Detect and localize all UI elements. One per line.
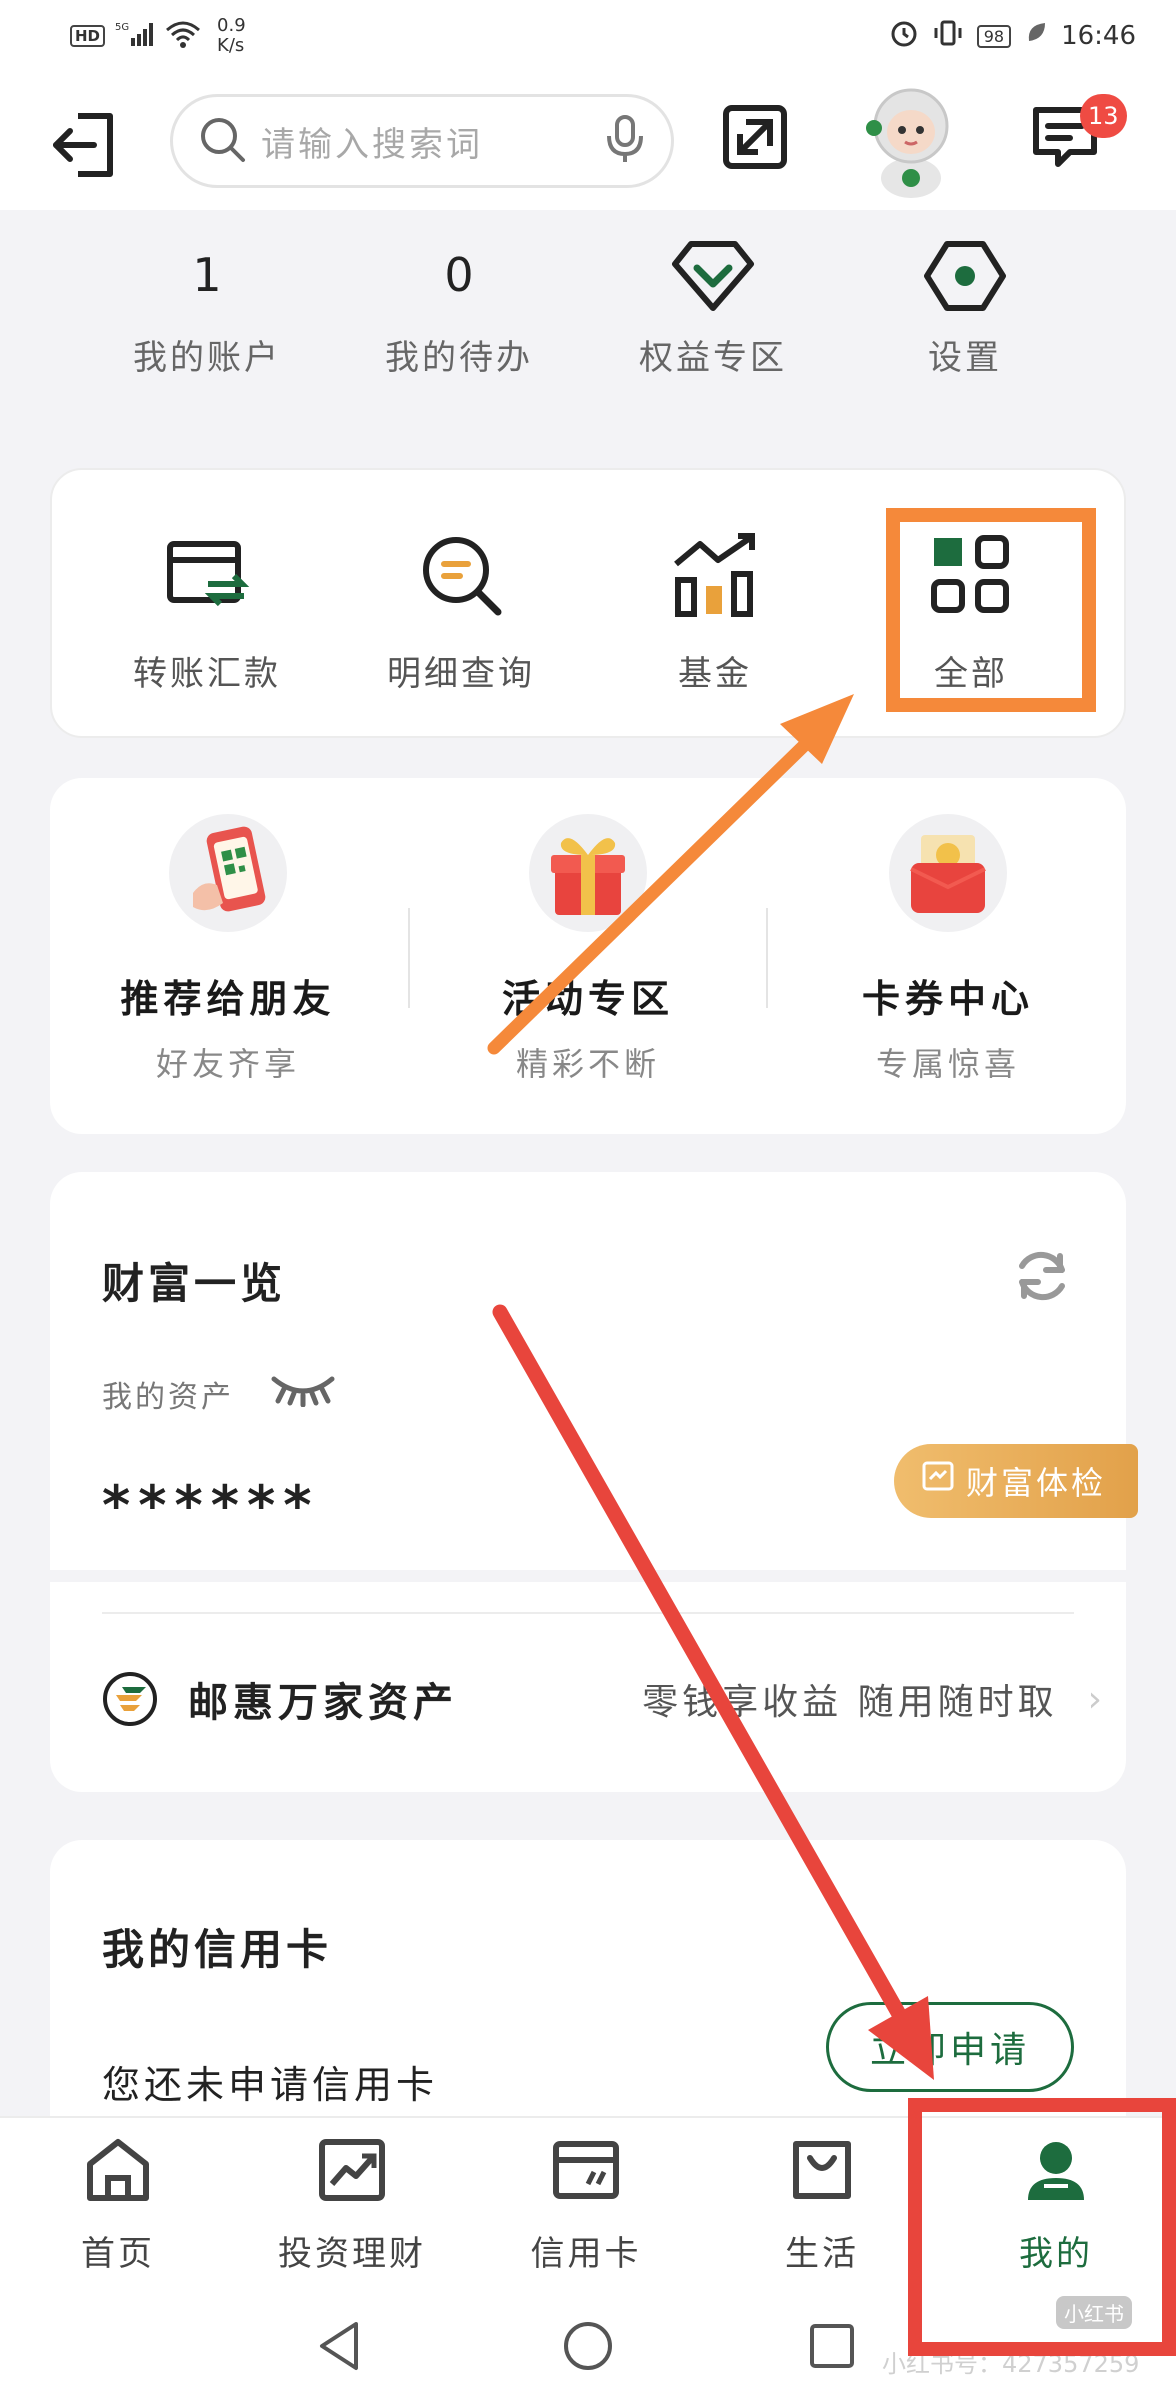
refer-friend-subtitle: 好友齐享 [155,1045,300,1083]
transfer-action[interactable]: 转账汇款 [82,530,332,695]
product-name: 邮惠万家资产 [188,1680,458,1726]
wealth-checkup-label: 财富体检 [966,1464,1107,1502]
gift-box-icon [529,814,647,932]
coupon-center-entry[interactable]: 卡券中心 专属惊喜 [798,814,1098,1085]
vibrate-icon [933,18,963,55]
exit-icon [53,113,113,177]
coupon-center-title: 卡券中心 [861,977,1034,1021]
section-gap [50,1570,1126,1582]
chevron-right-icon: › [1087,1678,1102,1720]
alarm-icon [889,18,919,55]
nav-life[interactable]: 生活 [722,2134,922,2275]
benefits-zone[interactable]: 权益专区 [588,230,838,379]
red-envelope-icon [889,814,1007,932]
status-bar: HD 5G 0.9 K/s 98 16:46 [0,0,1176,72]
network-speed: 0.9 K/s [217,15,246,56]
my-accounts[interactable]: 1 我的账户 [82,230,332,379]
coupon-center-subtitle: 专属惊喜 [875,1045,1020,1083]
activity-zone-entry[interactable]: 活动专区 精彩不断 [438,814,738,1085]
svg-text:5G: 5G [115,22,129,33]
wifi-icon [165,20,201,53]
refer-friend-entry[interactable]: 推荐给朋友 好友齐享 [78,814,378,1085]
settings-label: 设置 [928,338,1002,378]
nav-home[interactable]: 首页 [18,2134,218,2275]
promo-card: 推荐给朋友 好友齐享 活动专区 精彩不断 卡券中心 专属惊喜 [50,778,1126,1134]
refer-friend-title: 推荐给朋友 [120,977,336,1021]
masked-asset-amount: ****** [102,1474,320,1537]
nav-credit-card[interactable]: 信用卡 [486,2134,686,2275]
credit-empty-text: 您还未申请信用卡 [102,2063,439,2107]
transfer-icon [162,530,252,620]
search-bar[interactable]: 请输入搜索词 [170,94,674,188]
eye-closed-icon[interactable] [270,1373,336,1415]
benefits-label: 权益专区 [639,338,787,378]
nav-life-label: 生活 [785,2234,859,2274]
promo-divider [408,908,410,1008]
divider [102,1612,1074,1614]
accounts-count: 1 [192,248,222,302]
microphone-icon[interactable] [603,114,647,168]
product-description: 零钱享收益 随用随时取 [642,1682,1058,1723]
accounts-label: 我的账户 [133,338,281,378]
my-assets-label: 我的资产 [102,1380,234,1415]
battery-indicator: 98 [976,24,1012,48]
activity-zone-title: 活动专区 [501,977,674,1021]
search-input[interactable]: 请输入搜索词 [261,117,589,166]
scan-share-button[interactable] [720,102,800,182]
my-todos[interactable]: 0 我的待办 [334,230,584,379]
credit-card-icon [550,2134,622,2206]
refresh-icon [1019,1251,1065,1301]
nav-investment-label: 投资理财 [278,2234,426,2274]
nav-home-label: 首页 [81,2234,155,2274]
credit-title: 我的信用卡 [102,1925,333,1974]
nav-investment[interactable]: 投资理财 [252,2134,452,2275]
astronaut-mascot-icon [866,88,949,198]
fund-label: 基金 [678,654,752,694]
my-assets-row: 我的资产 [102,1372,336,1416]
settings[interactable]: 设置 [840,230,1090,379]
clock-time: 16:46 [1061,21,1136,51]
fund-action[interactable]: 基金 [590,530,840,695]
statement-search-icon [416,530,506,620]
diamond-icon [588,230,838,320]
external-link-icon [723,105,787,169]
apply-now-button[interactable]: 立即申请 [826,2002,1074,2092]
orange-highlight-box [886,508,1096,712]
todos-count: 0 [444,248,474,302]
statement-action[interactable]: 明细查询 [336,530,586,695]
statement-label: 明细查询 [387,654,535,694]
shopping-bag-icon [786,2134,858,2206]
youhui-wanjia-row[interactable]: 邮惠万家资产 零钱享收益 随用随时取 › [102,1670,1102,1728]
home-circle-icon[interactable] [562,2320,614,2376]
red-highlight-box [908,2098,1176,2356]
back-triangle-icon[interactable] [316,2320,364,2376]
settings-icon [840,230,1090,320]
mascot-avatar[interactable] [856,82,966,202]
todos-label: 我的待办 [385,338,533,378]
promo-divider [766,908,768,1008]
postal-bank-logo-icon [102,1671,158,1727]
notification-badge: 13 [1080,94,1127,138]
report-icon [920,1459,956,1503]
leaf-icon [1025,21,1047,52]
home-icon [82,2134,154,2206]
investment-icon [316,2134,388,2206]
activity-zone-subtitle: 精彩不断 [515,1045,660,1083]
phone-qr-icon [169,814,287,932]
top-header: 请输入搜索词 13 [0,72,1176,210]
exit-button[interactable] [50,110,120,180]
wealth-title: 财富一览 [102,1259,287,1308]
search-icon [197,114,247,168]
recents-square-icon[interactable] [808,2322,856,2374]
refresh-button[interactable] [1010,1244,1074,1308]
fund-chart-icon [670,530,760,620]
hd-indicator: HD [70,25,106,47]
wealth-checkup-button[interactable]: 财富体检 [894,1444,1138,1518]
nav-credit-card-label: 信用卡 [530,2234,642,2274]
credit-card-section: 我的信用卡 您还未申请信用卡 立即申请 [50,1840,1126,2140]
account-summary: 1 我的账户 0 我的待办 权益专区 设置 [0,230,1176,430]
cellular-signal-icon: 5G [115,20,155,53]
transfer-label: 转账汇款 [133,654,281,694]
